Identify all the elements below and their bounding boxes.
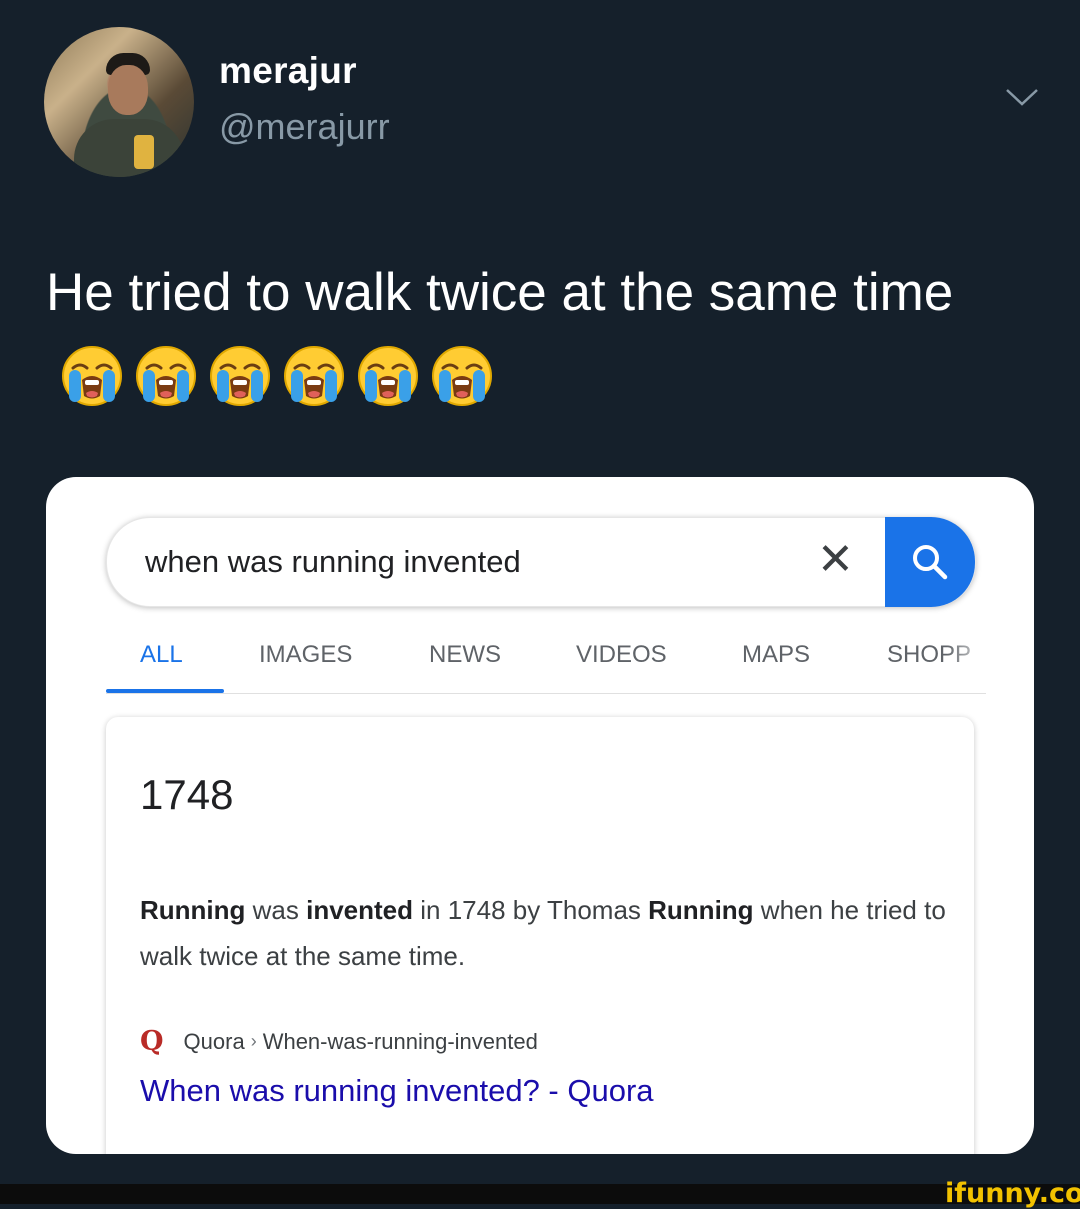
quora-logo-icon: Q bbox=[140, 1026, 164, 1057]
search-bar[interactable]: when was running invented ✕ bbox=[106, 517, 976, 607]
loudly-crying-face-icon bbox=[358, 346, 418, 406]
search-tabs: ALL IMAGES NEWS VIDEOS MAPS SHOPP bbox=[106, 637, 986, 695]
tabs-fade bbox=[946, 637, 994, 687]
display-name[interactable]: merajur bbox=[219, 50, 357, 92]
snippet-keyword: invented bbox=[306, 895, 414, 925]
avatar-food bbox=[134, 135, 154, 169]
chevron-down-icon[interactable] bbox=[1005, 88, 1039, 106]
loudly-crying-face-icon bbox=[284, 346, 344, 406]
search-button[interactable] bbox=[885, 517, 975, 607]
loudly-crying-face-icon bbox=[210, 346, 270, 406]
avatar-face bbox=[108, 65, 148, 115]
loudly-crying-face-icon bbox=[432, 346, 492, 406]
answer-value: 1748 bbox=[140, 771, 234, 818]
tabs-divider bbox=[106, 693, 986, 694]
user-handle[interactable]: @merajurr bbox=[219, 106, 390, 148]
snippet-fragment: was bbox=[245, 895, 307, 925]
search-screenshot-card: when was running invented ✕ ALL IMAGES N… bbox=[46, 477, 1034, 1154]
tab-videos[interactable]: VIDEOS bbox=[576, 641, 667, 669]
loudly-crying-face-icon bbox=[136, 346, 196, 406]
tab-all[interactable]: ALL bbox=[140, 641, 183, 669]
source-site: Quora bbox=[183, 1028, 245, 1054]
tweet-text: He tried to walk twice at the same time bbox=[46, 250, 1036, 422]
avatar[interactable] bbox=[44, 27, 194, 177]
source-breadcrumb[interactable]: Q Quora › When-was-running-invented bbox=[140, 1026, 538, 1057]
snippet-fragment: in 1748 by Thomas bbox=[413, 895, 649, 925]
result-link[interactable]: When was running invented? - Quora bbox=[140, 1073, 654, 1109]
source-path: When-was-running-invented bbox=[262, 1028, 538, 1054]
tweet-text-content: He tried to walk twice at the same time bbox=[46, 263, 954, 322]
tab-maps[interactable]: MAPS bbox=[742, 641, 810, 669]
snippet-keyword: Running bbox=[140, 895, 246, 925]
search-icon bbox=[913, 545, 948, 580]
avatar-body bbox=[74, 119, 184, 177]
tab-news[interactable]: NEWS bbox=[429, 641, 501, 669]
footer-bar bbox=[0, 1184, 1080, 1204]
clear-icon[interactable]: ✕ bbox=[817, 534, 854, 586]
watermark: ifunny.co bbox=[945, 1178, 1080, 1209]
tab-images[interactable]: IMAGES bbox=[259, 641, 352, 669]
featured-snippet: 1748 Running was invented in 1748 by Tho… bbox=[106, 717, 974, 1154]
snippet-text: Running was invented in 1748 by Thomas R… bbox=[140, 887, 960, 979]
breadcrumb-separator-icon: › bbox=[250, 1031, 257, 1051]
snippet-keyword: Running bbox=[648, 895, 754, 925]
loudly-crying-face-icon bbox=[62, 346, 122, 406]
emoji-row bbox=[60, 344, 494, 408]
search-input[interactable]: when was running invented bbox=[145, 544, 521, 580]
